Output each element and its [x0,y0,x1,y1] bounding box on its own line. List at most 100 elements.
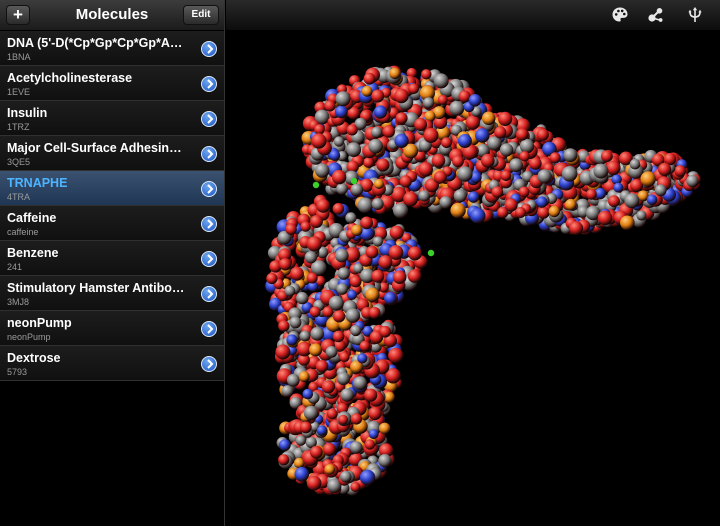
atom [494,126,507,139]
atom [518,186,530,198]
atom [331,169,347,185]
molecule-code: 1EVE [7,87,31,97]
atom [500,170,512,182]
ion-atom [350,177,358,185]
atom [449,100,465,116]
atom [304,251,317,264]
atom [339,351,350,363]
detail-disclosure-icon[interactable] [201,76,217,92]
atom [563,148,578,163]
atom [528,157,542,170]
atom [309,215,323,228]
atom [314,124,325,135]
molecule-code: caffeine [7,227,39,237]
atom [418,190,430,202]
atom [593,163,609,179]
molecule-icon[interactable] [647,6,665,24]
atom [378,454,392,468]
atom [349,441,363,454]
list-item-selected[interactable]: TRNAPHE 4TRA [0,171,224,206]
atom [351,224,363,236]
molecule-code: 3MJ8 [7,297,30,307]
atom [300,221,311,232]
atom [586,188,597,200]
atom [326,408,338,420]
atom [295,435,306,446]
atom [310,445,323,459]
atom [306,236,322,252]
atom [371,198,384,210]
atom [372,236,384,247]
list-item[interactable]: Stimulatory Hamster Antibod… 3MJ8 [0,276,224,311]
atom [481,111,496,126]
molecule-code: 1BNA [7,52,31,62]
add-molecule-button[interactable]: + [6,5,30,25]
list-item[interactable]: DNA (5'-D(*Cp*Gp*Cp*Gp*Ap… 1BNA [0,31,224,66]
atom [394,88,409,104]
atom [608,195,620,208]
atom [509,158,523,173]
atom [433,170,447,184]
trna-molecule-render[interactable] [226,31,720,526]
atom [284,285,296,297]
atom [359,469,376,486]
atom [498,111,513,126]
atom [646,194,658,206]
atom [620,215,635,231]
atom [453,189,467,203]
atom [441,137,452,149]
molecule-code: 241 [7,262,23,272]
edit-button[interactable]: Edit [183,5,219,25]
atom [316,199,330,213]
atom [335,91,351,107]
molecule-3d-viewport[interactable] [226,31,720,526]
list-item[interactable]: Acetylcholinesterase 1EVE [0,66,224,101]
atom [519,138,535,154]
detail-disclosure-icon[interactable] [201,356,217,372]
list-item[interactable]: Caffeine caffeine [0,206,224,241]
detail-disclosure-icon[interactable] [201,181,217,197]
atom [457,134,472,148]
detail-disclosure-icon[interactable] [201,286,217,302]
atom [378,255,393,270]
rotate-icon[interactable] [686,6,704,24]
atom [371,126,383,138]
atom [350,482,361,492]
palette-icon[interactable] [611,6,629,24]
atom [395,112,408,125]
detail-disclosure-icon[interactable] [201,111,217,127]
list-item[interactable]: neonPump neonPump [0,311,224,346]
atom [332,330,345,343]
atom [470,208,486,224]
atom [306,272,318,284]
list-item[interactable]: Insulin 1TRZ [0,101,224,136]
atom [389,225,404,240]
atom [504,198,518,212]
atom [315,359,329,373]
detail-disclosure-icon[interactable] [201,321,217,337]
atom [345,212,357,224]
atom [371,269,385,283]
detail-disclosure-icon[interactable] [201,251,217,267]
list-item[interactable]: Benzene 241 [0,241,224,276]
detail-disclosure-icon[interactable] [201,146,217,162]
atom [324,464,336,475]
detail-disclosure-icon[interactable] [201,41,217,57]
atom [475,128,490,143]
molecule-name: DNA (5'-D(*Cp*Gp*Cp*Gp*Ap… [7,36,189,50]
molecule-name: neonPump [7,316,72,330]
atom [399,175,412,188]
atom [346,142,362,157]
atom [275,344,291,360]
atom [439,196,452,209]
list-item[interactable]: Dextrose 5793 [0,346,224,381]
detail-disclosure-icon[interactable] [201,216,217,232]
atom [278,439,291,451]
atom [515,207,526,218]
atom [379,325,391,338]
list-item[interactable]: Major Cell-Surface Adhesin… 3QE5 [0,136,224,171]
molecule-code: 5793 [7,367,28,377]
atom [394,133,409,148]
atom [309,343,323,357]
atom [340,470,352,483]
